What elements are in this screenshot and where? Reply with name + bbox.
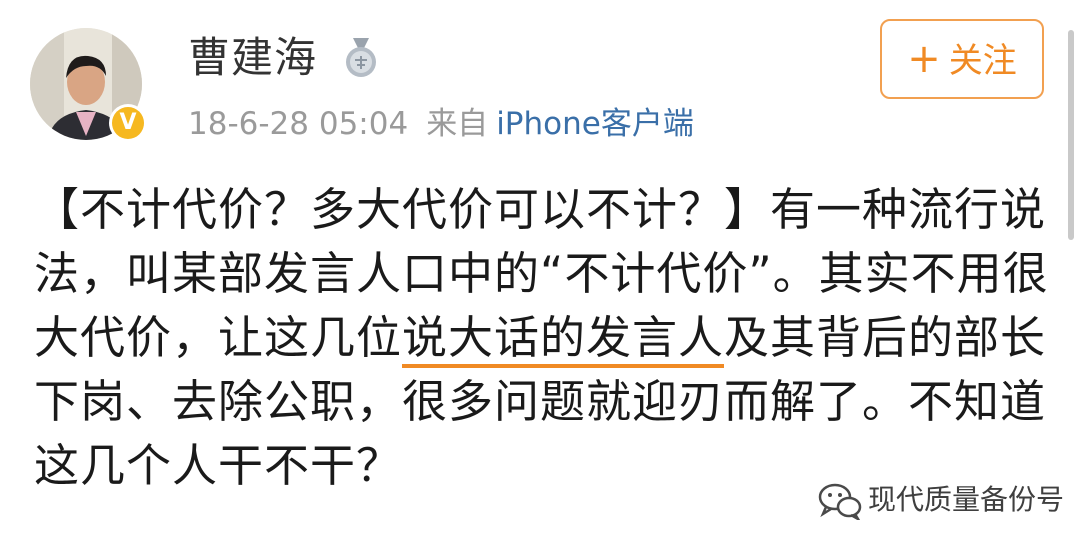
post-timestamp: 18-6-28 05:04	[188, 106, 409, 142]
watermark: 现代质量备份号	[818, 478, 1064, 522]
post-line-segment: 及其背后的部长	[724, 311, 1047, 364]
scrollbar[interactable]	[1068, 30, 1074, 240]
source-label: 来自	[426, 106, 489, 142]
username[interactable]: 曹建海	[188, 30, 317, 86]
post-line: 法，叫某部发言人口中的“不计代价”。其实不用很	[34, 247, 1049, 300]
post-line: 大代价，让这几位说大话的发言人及其背后的部长	[34, 306, 1047, 370]
verified-v-icon: V	[112, 107, 144, 139]
highlighted-phrase: 说大话的发言人	[402, 311, 725, 368]
post-meta: 18-6-28 05:04 来自 iPhone客户端	[188, 102, 694, 146]
verified-badge: V	[109, 104, 147, 142]
watermark-text: 现代质量备份号	[868, 483, 1065, 516]
post-text: 【不计代价？多大代价可以不计？】有一种流行说 法，叫某部发言人口中的“不计代价”…	[34, 178, 1049, 498]
wechat-icon	[818, 483, 862, 520]
plus-icon: +	[907, 36, 941, 82]
post-line: 【不计代价？多大代价可以不计？】有一种流行说	[34, 183, 1047, 236]
source-client-link[interactable]: iPhone客户端	[496, 106, 694, 142]
medal-icon	[346, 38, 376, 77]
follow-button[interactable]: + 关注	[880, 19, 1044, 99]
post-line: 下岗、去除公职，很多问题就迎刃而解了。不知道	[34, 375, 1047, 428]
follow-button-label: 关注	[948, 41, 1017, 81]
post-line-segment: 大代价，让这几位	[34, 311, 403, 364]
